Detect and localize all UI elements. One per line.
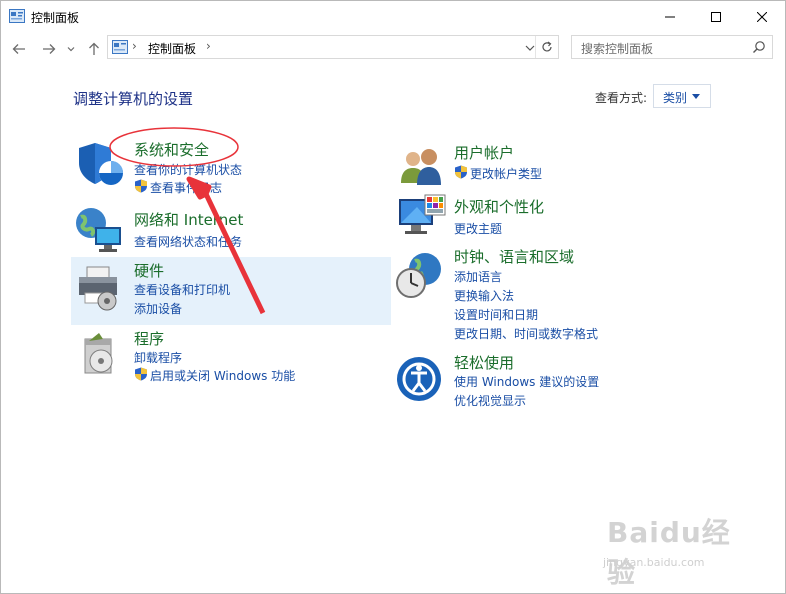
category-hardware[interactable]: 硬件 查看设备和打印机 添加设备 bbox=[71, 257, 391, 325]
dropdown-arrow-icon bbox=[692, 94, 700, 99]
uac-shield-icon bbox=[455, 165, 467, 179]
title-bar: 控制面板 bbox=[1, 1, 785, 33]
system-security-icon[interactable] bbox=[75, 139, 127, 191]
watermark-logo: Baidu经验 bbox=[607, 516, 731, 589]
watermark-url: jingyan.baidu.com bbox=[603, 556, 705, 569]
address-bar[interactable]: › 控制面板 › bbox=[107, 35, 559, 59]
link-uninstall-program[interactable]: 卸载程序 bbox=[134, 349, 182, 366]
control-panel-icon bbox=[112, 40, 128, 54]
close-button[interactable] bbox=[739, 1, 785, 33]
category-ease-of-access: 轻松使用 使用 Windows 建议的设置 优化视觉显示 bbox=[395, 351, 715, 411]
chevron-down-icon bbox=[67, 47, 75, 52]
category-title-user-accounts[interactable]: 用户帐户 bbox=[454, 142, 514, 163]
category-title-appearance[interactable]: 外观和个性化 bbox=[454, 196, 544, 217]
uac-shield-icon bbox=[135, 367, 147, 381]
link-set-time-date[interactable]: 设置时间和日期 bbox=[454, 306, 538, 323]
back-button[interactable] bbox=[9, 39, 29, 59]
close-icon bbox=[757, 12, 767, 22]
network-icon[interactable] bbox=[73, 205, 125, 257]
link-view-computer-status[interactable]: 查看你的计算机状态 bbox=[134, 161, 242, 178]
refresh-icon bbox=[542, 41, 552, 52]
category-title-clock-region[interactable]: 时钟、语言和区域 bbox=[454, 246, 574, 267]
link-change-date-time-format[interactable]: 更改日期、时间或数字格式 bbox=[454, 325, 598, 342]
link-change-input-method[interactable]: 更换输入法 bbox=[454, 287, 514, 304]
search-placeholder[interactable]: 搜索控制面板 bbox=[581, 40, 653, 57]
appearance-icon[interactable] bbox=[397, 193, 449, 245]
arrow-up-icon bbox=[89, 42, 99, 55]
category-network-internet: 网络和 Internet 查看网络状态和任务 bbox=[71, 205, 391, 255]
category-user-accounts: 用户帐户 更改帐户类型 bbox=[395, 139, 715, 187]
category-title-ease-of-access[interactable]: 轻松使用 bbox=[454, 352, 514, 373]
maximize-button[interactable] bbox=[693, 1, 739, 33]
breadcrumb-separator[interactable]: › bbox=[132, 39, 137, 53]
view-by-value[interactable]: 类别 bbox=[663, 89, 687, 106]
forward-button[interactable] bbox=[39, 39, 59, 59]
refresh-button[interactable] bbox=[535, 36, 558, 58]
ease-of-access-icon[interactable] bbox=[395, 353, 447, 405]
link-recommended-settings[interactable]: 使用 Windows 建议的设置 bbox=[454, 373, 599, 390]
category-system-security: 系统和安全 查看你的计算机状态 查看事件日志 bbox=[71, 137, 391, 201]
programs-icon[interactable] bbox=[77, 329, 129, 381]
category-title-system-security[interactable]: 系统和安全 bbox=[134, 139, 209, 160]
link-windows-features[interactable]: 启用或关闭 Windows 功能 bbox=[150, 367, 295, 384]
control-panel-app-icon bbox=[9, 9, 25, 23]
navigation-bar: › 控制面板 › 搜索控制面板 bbox=[1, 35, 785, 63]
link-change-theme[interactable]: 更改主题 bbox=[454, 220, 502, 237]
link-view-event-log[interactable]: 查看事件日志 bbox=[150, 179, 222, 196]
clock-region-icon[interactable] bbox=[395, 249, 447, 301]
page-title: 调整计算机的设置 bbox=[73, 90, 194, 108]
category-clock-region: 时钟、语言和区域 添加语言 更换输入法 设置时间和日期 更改日期、时间或数字格式 bbox=[395, 245, 715, 341]
baidu-watermark: Baidu经验 jingyan.baidu.com bbox=[601, 509, 751, 589]
arrow-left-icon bbox=[12, 44, 25, 54]
search-icon[interactable] bbox=[752, 40, 766, 54]
control-panel-window: 控制面板 › 控制面板 › 搜索控制面板 调整计算机的设置 查看方式: 类别 系… bbox=[0, 0, 786, 594]
recent-locations-button[interactable] bbox=[64, 39, 78, 59]
link-view-devices-printers[interactable]: 查看设备和打印机 bbox=[134, 281, 230, 298]
category-title-programs[interactable]: 程序 bbox=[134, 328, 164, 349]
link-add-device[interactable]: 添加设备 bbox=[134, 300, 182, 317]
up-button[interactable] bbox=[84, 39, 104, 59]
category-programs: 程序 卸载程序 启用或关闭 Windows 功能 bbox=[71, 327, 391, 387]
category-title-network-internet[interactable]: 网络和 Internet bbox=[134, 209, 243, 230]
hardware-printer-icon[interactable] bbox=[73, 263, 125, 315]
search-box[interactable]: 搜索控制面板 bbox=[571, 35, 773, 59]
maximize-icon bbox=[711, 12, 721, 22]
arrow-right-icon bbox=[43, 44, 56, 54]
minimize-button[interactable] bbox=[647, 1, 693, 33]
view-by-dropdown[interactable]: 类别 bbox=[653, 84, 711, 108]
uac-shield-icon bbox=[135, 179, 147, 193]
link-change-account-type[interactable]: 更改帐户类型 bbox=[470, 165, 542, 182]
window-title: 控制面板 bbox=[31, 11, 80, 25]
user-accounts-icon[interactable] bbox=[397, 141, 449, 193]
breadcrumb-separator[interactable]: › bbox=[206, 39, 211, 53]
chevron-down-icon bbox=[525, 45, 535, 51]
category-title-hardware[interactable]: 硬件 bbox=[134, 260, 164, 281]
link-optimize-visual-display[interactable]: 优化视觉显示 bbox=[454, 392, 526, 409]
link-add-language[interactable]: 添加语言 bbox=[454, 268, 502, 285]
category-appearance: 外观和个性化 更改主题 bbox=[395, 191, 715, 241]
minimize-icon bbox=[665, 16, 675, 18]
view-by-label: 查看方式: bbox=[595, 91, 648, 105]
link-view-network-status[interactable]: 查看网络状态和任务 bbox=[134, 233, 242, 250]
breadcrumb-control-panel[interactable]: 控制面板 bbox=[148, 40, 196, 57]
